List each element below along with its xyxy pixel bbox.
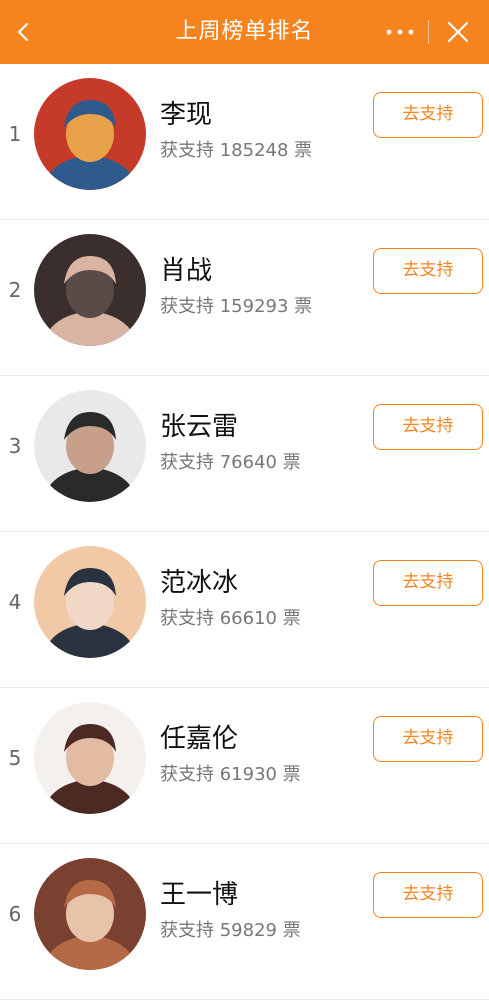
ranking-row: 6 王一博获支持 59829 票 去支持 bbox=[0, 844, 489, 1000]
more-button[interactable] bbox=[380, 18, 420, 46]
support-button[interactable]: 去支持 bbox=[373, 872, 483, 918]
vote-count: 获支持 61930 票 bbox=[160, 764, 301, 785]
rank-number: 5 bbox=[8, 746, 22, 770]
close-button[interactable] bbox=[442, 16, 474, 48]
avatar[interactable] bbox=[34, 858, 146, 970]
celebrity-name: 李现 bbox=[160, 100, 213, 130]
avatar[interactable] bbox=[34, 546, 146, 658]
vote-count: 获支持 66610 票 bbox=[160, 608, 301, 629]
ranking-row: 2 肖战获支持 159293 票 去支持 bbox=[0, 220, 489, 376]
vote-count: 获支持 76640 票 bbox=[160, 452, 301, 473]
header-divider bbox=[428, 20, 429, 44]
vote-count: 获支持 185248 票 bbox=[160, 140, 313, 161]
celebrity-name: 任嘉伦 bbox=[160, 724, 239, 754]
rank-number: 6 bbox=[8, 902, 22, 926]
ranking-row: 3 张云雷获支持 76640 票 去支持 bbox=[0, 376, 489, 532]
support-button[interactable]: 去支持 bbox=[373, 560, 483, 606]
ranking-row: 5 任嘉伦获支持 61930 票 去支持 bbox=[0, 688, 489, 844]
support-button[interactable]: 去支持 bbox=[373, 404, 483, 450]
rank-number: 2 bbox=[8, 278, 22, 302]
celebrity-name: 肖战 bbox=[160, 256, 213, 286]
celebrity-name: 王一博 bbox=[160, 880, 239, 910]
support-button[interactable]: 去支持 bbox=[373, 248, 483, 294]
avatar[interactable] bbox=[34, 78, 146, 190]
support-button[interactable]: 去支持 bbox=[373, 716, 483, 762]
ranking-row: 1 李现获支持 185248 票 去支持 bbox=[0, 64, 489, 220]
rank-number: 4 bbox=[8, 590, 22, 614]
rank-number: 1 bbox=[8, 122, 22, 146]
vote-count: 获支持 59829 票 bbox=[160, 920, 301, 941]
avatar[interactable] bbox=[34, 390, 146, 502]
close-icon bbox=[447, 21, 469, 43]
top-bar: 上周榜单排名 bbox=[0, 0, 489, 64]
celebrity-name: 张云雷 bbox=[160, 412, 239, 442]
support-button[interactable]: 去支持 bbox=[373, 92, 483, 138]
more-dots-icon bbox=[386, 29, 414, 35]
celebrity-name: 范冰冰 bbox=[160, 568, 239, 598]
rank-number: 3 bbox=[8, 434, 22, 458]
ranking-row: 4 范冰冰获支持 66610 票 去支持 bbox=[0, 532, 489, 688]
vote-count: 获支持 159293 票 bbox=[160, 296, 313, 317]
ranking-list: 1 李现 获支持 185248 票去支持 2 肖战 获支持 159293 票去支持 3 张云雷… bbox=[0, 64, 489, 1000]
avatar[interactable] bbox=[34, 234, 146, 346]
avatar[interactable] bbox=[34, 702, 146, 814]
